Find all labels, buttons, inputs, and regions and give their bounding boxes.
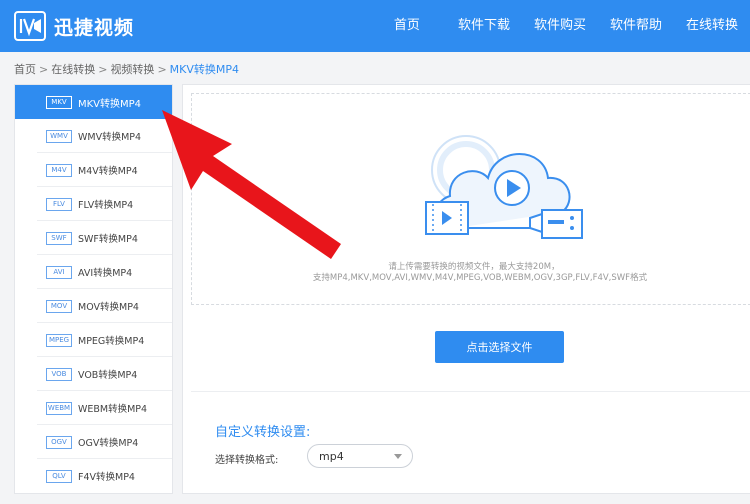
- nav-help[interactable]: 软件帮助: [598, 0, 674, 52]
- sidebar-item-avi[interactable]: AVI AVI转换MP4: [15, 255, 172, 289]
- format-tag-icon: MKV: [46, 95, 72, 109]
- upload-hint-formats: 支持MP4,MKV,MOV,AVI,WMV,M4V,MPEG,VOB,WEBM,…: [312, 273, 648, 283]
- cloud-video-upload-icon: [425, 135, 583, 239]
- caret-down-icon: [394, 454, 402, 459]
- format-tag-icon: M4V: [46, 163, 72, 177]
- format-tag-icon: SWF: [46, 231, 72, 245]
- format-tag-icon: VOB: [46, 367, 72, 381]
- sidebar-item-vob[interactable]: VOB VOB转换MP4: [15, 357, 172, 391]
- sidebar-item-label: VOB转换MP4: [78, 370, 138, 381]
- custom-settings-title: 自定义转换设置:: [215, 425, 311, 440]
- format-tag-icon: FLV: [46, 197, 72, 211]
- nav-purchase[interactable]: 软件购买: [522, 0, 598, 52]
- breadcrumb-separator: >: [98, 63, 108, 76]
- sidebar-item-label: MPEG转换MP4: [78, 336, 145, 347]
- nav-online-convert[interactable]: 在线转换: [674, 0, 750, 52]
- sidebar-item-swf[interactable]: SWF SWF转换MP4: [15, 221, 172, 255]
- breadcrumb-home[interactable]: 首页: [14, 63, 36, 76]
- format-tag-icon: WEBM: [46, 401, 72, 415]
- sidebar-item-wmv[interactable]: WMV WMV转换MP4: [15, 119, 172, 153]
- sidebar-item-label: FLV转换MP4: [78, 200, 134, 211]
- sidebar-item-label: SWF转换MP4: [78, 234, 138, 245]
- sidebar-item-mkv[interactable]: MKV MKV转换MP4: [15, 85, 172, 119]
- output-format-value: mp4: [319, 450, 344, 463]
- sidebar-item-f4v[interactable]: QLV F4V转换MP4: [15, 459, 172, 493]
- breadcrumb-online-convert[interactable]: 在线转换: [51, 63, 95, 76]
- breadcrumb-video-convert[interactable]: 视频转换: [110, 63, 154, 76]
- breadcrumb-current: MKV转换MP4: [169, 63, 240, 76]
- sidebar-item-label: MOV转换MP4: [78, 302, 139, 313]
- sidebar-item-mov[interactable]: MOV MOV转换MP4: [15, 289, 172, 323]
- sidebar-item-flv[interactable]: FLV FLV转换MP4: [15, 187, 172, 221]
- brand-name[interactable]: 迅捷视频: [54, 13, 134, 40]
- format-tag-icon: QLV: [46, 469, 72, 483]
- breadcrumb-separator: >: [157, 63, 167, 76]
- sidebar-item-label: WEBM转换MP4: [78, 404, 148, 415]
- breadcrumb: 首页 > 在线转换 > 视频转换 > MKV转换MP4: [14, 61, 239, 77]
- format-tag-icon: MPEG: [46, 333, 72, 347]
- sidebar-item-label: M4V转换MP4: [78, 166, 138, 177]
- breadcrumb-separator: >: [39, 63, 49, 76]
- nav-home[interactable]: 首页: [394, 0, 432, 52]
- sidebar-item-webm[interactable]: WEBM WEBM转换MP4: [15, 391, 172, 425]
- video-logo-icon[interactable]: [14, 11, 46, 41]
- sidebar-item-label: OGV转换MP4: [78, 438, 139, 449]
- format-tag-icon: WMV: [46, 129, 72, 143]
- sidebar-item-ogv[interactable]: OGV OGV转换MP4: [15, 425, 172, 459]
- sidebar-item-label: F4V转换MP4: [78, 472, 135, 483]
- nav-download[interactable]: 软件下载: [446, 0, 522, 52]
- select-file-button[interactable]: 点击选择文件: [435, 331, 564, 363]
- sidebar-item-label: AVI转换MP4: [78, 268, 133, 279]
- section-divider: [191, 391, 750, 392]
- format-label: 选择转换格式:: [215, 455, 279, 466]
- format-tag-icon: OGV: [46, 435, 72, 449]
- format-tag-icon: MOV: [46, 299, 72, 313]
- format-tag-icon: AVI: [46, 265, 72, 279]
- upload-dropzone[interactable]: 请上传需要转换的视频文件，最大支持20M， 支持MP4,MKV,MOV,AVI,…: [191, 93, 750, 305]
- top-navbar: 迅捷视频 首页 软件下载 软件购买 软件帮助 在线转换: [0, 0, 750, 52]
- output-format-select[interactable]: mp4: [307, 444, 413, 468]
- converter-panel: 请上传需要转换的视频文件，最大支持20M， 支持MP4,MKV,MOV,AVI,…: [182, 84, 750, 494]
- main-nav: 首页 软件下载 软件购买 软件帮助 在线转换: [394, 0, 750, 52]
- sidebar-item-label: WMV转换MP4: [78, 132, 142, 143]
- converter-sidebar: MKV MKV转换MP4 WMV WMV转换MP4 M4V M4V转换MP4 F…: [14, 84, 173, 494]
- sidebar-item-mpeg[interactable]: MPEG MPEG转换MP4: [15, 323, 172, 357]
- sidebar-item-label: MKV转换MP4: [78, 98, 142, 110]
- sidebar-item-m4v[interactable]: M4V M4V转换MP4: [15, 153, 172, 187]
